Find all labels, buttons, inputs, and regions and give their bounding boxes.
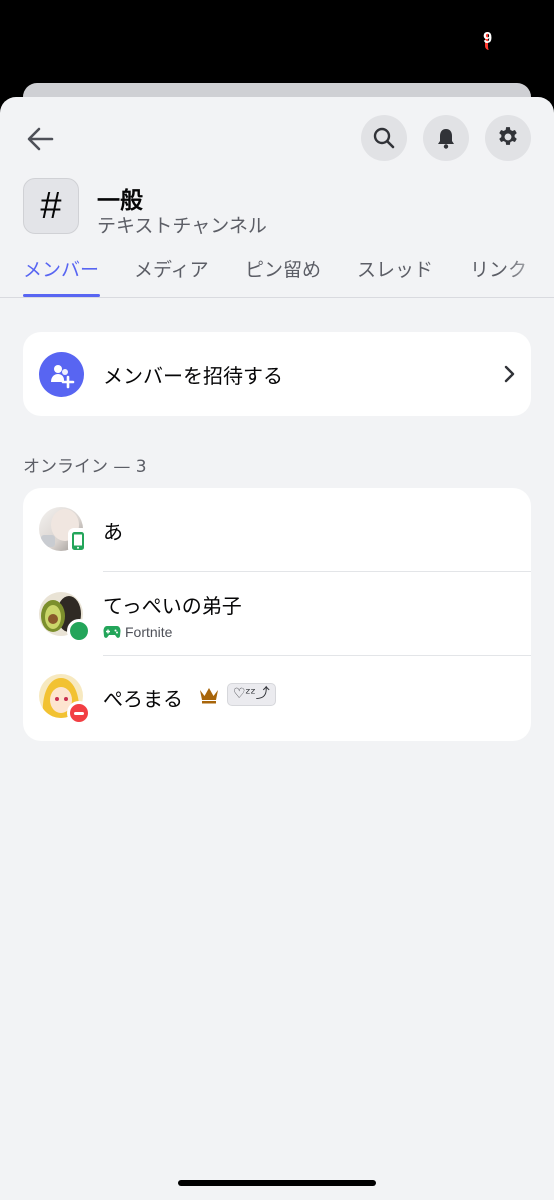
invite-members-button[interactable]: メンバーを招待する [23, 332, 531, 416]
settings-button[interactable] [485, 115, 531, 161]
dnd-status-icon [67, 701, 91, 725]
custom-status-chip: ♡ᶻᶻ⤴ [227, 683, 276, 706]
member-row-peromaru[interactable]: ぺろまる ♡ᶻᶻ⤴ [23, 656, 531, 740]
channel-name: 一般 [97, 188, 143, 214]
member-name: てっぺいの弟子 [103, 594, 242, 618]
online-status-icon [67, 619, 91, 643]
tab-bar: メンバー メディア ピン留め スレッド リンク [0, 247, 554, 298]
status-bar: 9 [0, 0, 554, 90]
tab-fade [504, 247, 554, 295]
arrow-left-icon [27, 127, 54, 151]
add-user-icon [39, 352, 84, 397]
invite-label: メンバーを招待する [103, 364, 283, 388]
active-tab-indicator [23, 294, 100, 297]
member-activity: Fortnite [103, 624, 172, 640]
member-row-a[interactable]: あ [23, 488, 531, 572]
custom-status-text: ♡ᶻᶻ⤴ [233, 686, 270, 702]
member-name: あ [103, 520, 123, 544]
tab-pins[interactable]: ピン留め [245, 255, 321, 282]
gear-icon [499, 127, 517, 145]
member-name: ぺろまる [103, 687, 183, 711]
activity-text: Fortnite [125, 624, 173, 640]
member-row-teppei[interactable]: てっぺいの弟子 Fortnite [23, 572, 531, 656]
channel-type: テキストチャンネル [97, 215, 267, 237]
online-section-header: オンライン — 3 [23, 457, 147, 477]
channel-info-sheet: # 一般 テキストチャンネル メンバー メディア ピン留め スレッド リンク メ… [0, 97, 554, 1200]
chevron-right-icon [504, 365, 515, 383]
bell-icon [438, 129, 454, 149]
back-button[interactable] [20, 119, 60, 159]
member-list: あ てっぺいの弟子 Fortnite ぺろまる ♡ᶻᶻ⤴ [23, 488, 531, 741]
home-indicator [178, 1180, 376, 1186]
gamepad-icon [103, 626, 121, 638]
tab-members[interactable]: メンバー [23, 255, 99, 282]
channel-hash-icon: # [23, 178, 79, 234]
search-button[interactable] [361, 115, 407, 161]
channel-symbol: # [40, 184, 62, 227]
notification-button[interactable] [423, 115, 469, 161]
crown-icon [200, 688, 218, 704]
search-icon [373, 127, 395, 149]
tab-threads[interactable]: スレッド [357, 255, 433, 282]
battery-level: 9 [483, 30, 492, 47]
tab-media[interactable]: メディア [134, 255, 209, 282]
mobile-status-icon [68, 528, 88, 554]
